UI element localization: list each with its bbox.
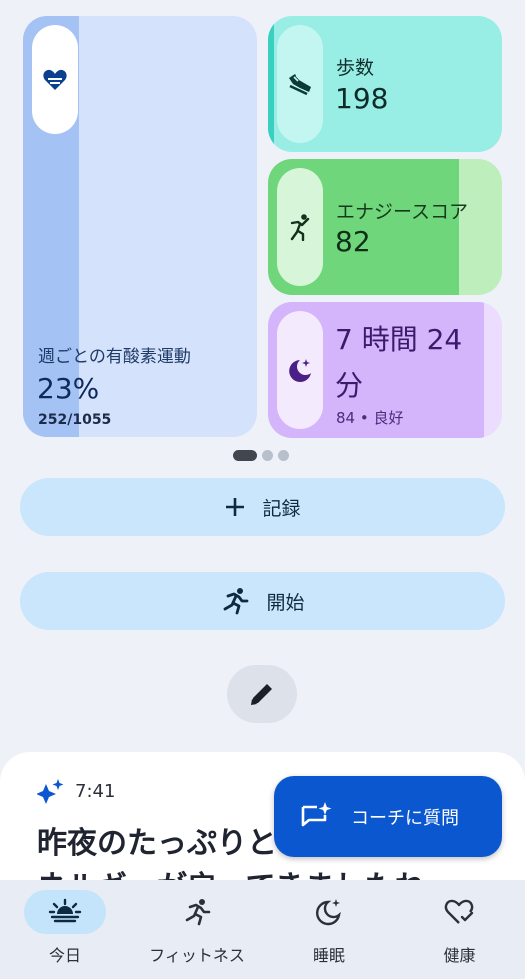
sleep-icon-pill — [277, 311, 323, 429]
record-button[interactable]: 記録 — [20, 478, 505, 536]
pager-dot-active — [233, 450, 257, 461]
pencil-icon — [251, 684, 272, 705]
aerobic-icon-pill — [32, 25, 78, 134]
heart-icon — [43, 69, 67, 90]
running-figure-icon — [290, 214, 310, 241]
nav-sleep-icon-container — [288, 890, 370, 934]
nav-health-icon-container — [419, 890, 501, 934]
nav-today-icon-container — [24, 890, 106, 934]
steps-value: 198 — [335, 82, 389, 115]
start-label: 開始 — [266, 591, 305, 614]
ask-coach-button[interactable]: コーチに質問 — [274, 776, 502, 857]
aerobic-ratio: 252/1055 — [38, 412, 112, 428]
nav-fitness-label: フィットネス — [149, 946, 245, 965]
sparkle-icon — [37, 779, 64, 804]
aerobic-percent: 23% — [37, 372, 100, 405]
energy-icon-pill — [277, 168, 323, 286]
running-icon — [224, 588, 249, 615]
nav-today-label: 今日 — [48, 946, 81, 965]
heart-check-icon — [444, 899, 473, 924]
nav-health[interactable]: 健康 — [394, 880, 525, 979]
pager-dot — [262, 450, 273, 461]
insight-time-row: 7:41 — [37, 778, 115, 804]
bottom-navigation: 今日 フィットネス 睡眠 健康 — [0, 880, 525, 979]
moon-icon — [316, 899, 341, 926]
energy-value: 82 — [335, 225, 371, 258]
energy-score-card[interactable]: エナジースコア 82 — [268, 159, 502, 295]
running-icon — [185, 899, 211, 926]
sleep-duration: 7 時間 24 分 — [335, 323, 463, 402]
nav-fitness-icon-container — [156, 890, 238, 934]
steps-progress-fill — [268, 16, 274, 152]
sleep-score: 84 • 良好 — [336, 409, 404, 427]
card-pager — [233, 450, 289, 461]
chat-sparkle-icon — [301, 801, 332, 826]
pager-dot — [278, 450, 289, 461]
steps-icon-pill — [277, 25, 323, 143]
weekly-aerobic-card[interactable]: 週ごとの有酸素運動 23% 252/1055 — [23, 16, 257, 437]
nav-today[interactable]: 今日 — [0, 880, 130, 979]
aerobic-label: 週ごとの有酸素運動 — [38, 347, 191, 367]
moon-stars-icon — [289, 359, 311, 382]
insight-time: 7:41 — [75, 780, 116, 802]
shoe-icon — [289, 74, 311, 96]
sleep-card[interactable]: 7 時間 24 分 84 • 良好 — [268, 302, 502, 438]
start-exercise-button[interactable]: 開始 — [20, 572, 505, 630]
nav-fitness[interactable]: フィットネス — [130, 880, 264, 979]
record-label: 記録 — [262, 497, 301, 520]
nav-health-label: 健康 — [443, 946, 476, 965]
steps-label: 歩数 — [336, 57, 375, 79]
ask-coach-label: コーチに質問 — [351, 807, 459, 829]
edit-button[interactable] — [227, 665, 297, 723]
sunrise-icon — [48, 898, 82, 923]
steps-card[interactable]: 歩数 198 — [268, 16, 502, 152]
nav-sleep-label: 睡眠 — [312, 946, 345, 965]
energy-label: エナジースコア — [336, 201, 469, 223]
plus-icon — [226, 498, 245, 516]
nav-sleep[interactable]: 睡眠 — [264, 880, 394, 979]
